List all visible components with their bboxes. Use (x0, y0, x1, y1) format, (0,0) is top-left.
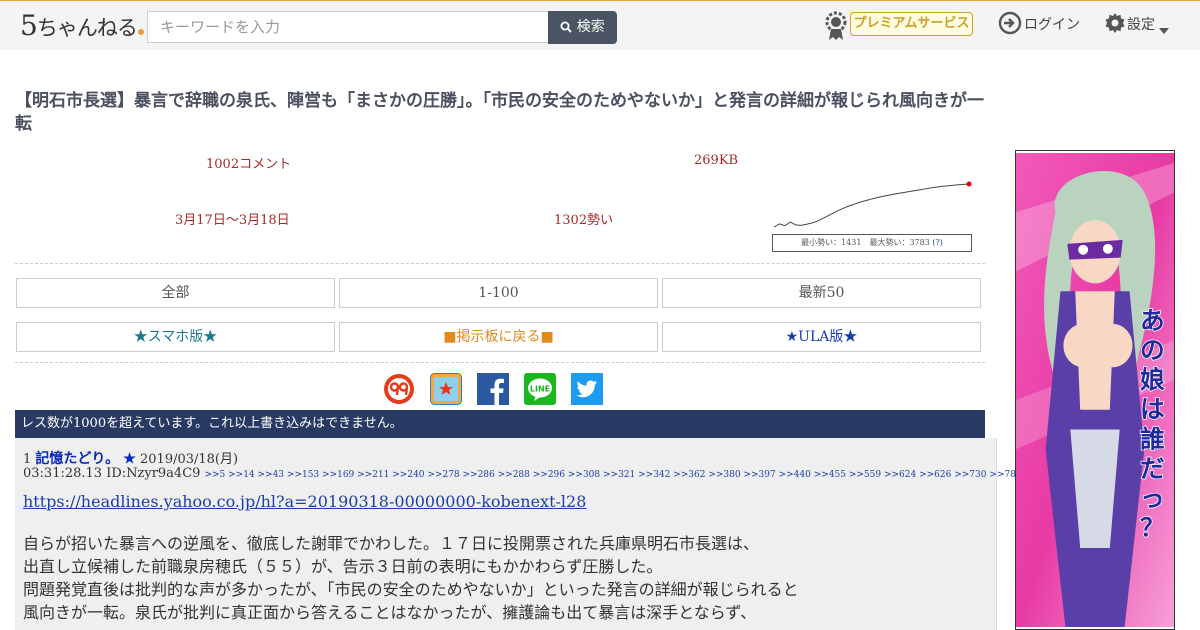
closed-thread-notice: レス数が1000を超えています。これ以上書き込みはできません。 (15, 410, 985, 438)
reply-anchors[interactable]: >>5 >>14 >>43 >>153 >>169 >>211 >>240 >>… (204, 470, 1127, 480)
svg-text:LINE: LINE (530, 385, 550, 394)
ad-caption-char: の (1140, 335, 1165, 364)
search-button[interactable]: 検索 (548, 11, 617, 44)
settings-label: 設定 (1127, 17, 1155, 33)
post-date: 2019/03/18(月) (140, 452, 239, 467)
post-header: 1 記憶たどり。 ★ 2019/03/18(月) (23, 448, 238, 468)
line-icon[interactable]: LINE (524, 373, 556, 405)
view-1-100-button[interactable]: 1-100 (339, 278, 658, 308)
ad-caption-char: 誰 (1140, 424, 1165, 453)
sidebar-ad-banner[interactable]: あの娘は誰だっ？ (1015, 150, 1175, 630)
post-body: 自らが招いた暴言への逆風を、徹底した謝罪でかわした。１７日に投開票された兵庫県明… (23, 532, 983, 624)
settings-menu[interactable]: 設定 (1103, 11, 1170, 37)
top-header: 5ちゃんねる キーワードを入力 検索 プレミアムサービス ログイン 設定 (0, 0, 1200, 50)
divider (15, 362, 985, 363)
facebook-icon[interactable] (477, 373, 509, 405)
share-bookmark-icon[interactable] (430, 373, 462, 405)
chart-background (772, 180, 972, 235)
gear-icon (1105, 13, 1125, 33)
share-99-icon[interactable] (383, 373, 415, 405)
post-body-line: 風向きが一転。泉氏が批判に真正面から答えることはなかったが、擁護論も出て暴言は深… (23, 603, 757, 622)
site-logo[interactable]: 5ちゃんねる (20, 9, 144, 42)
view-latest50-button[interactable]: 最新50 (662, 278, 981, 308)
ad-caption-char: っ (1140, 484, 1165, 513)
source-link[interactable]: https://headlines.yahoo.co.jp/hl?a=20190… (23, 492, 586, 511)
post-meta: 03:31:28.13 ID:Nzyr9a4C9 >>5 >>14 >>43 >>… (23, 466, 1127, 481)
login-link[interactable]: ログイン (998, 11, 1080, 37)
chart-help-link[interactable]: (?) (932, 238, 943, 247)
chevron-down-icon (1159, 28, 1170, 34)
ad-caption-char: だ (1140, 454, 1165, 483)
comment-count: 1002コメント (206, 157, 292, 172)
post-author[interactable]: 記憶たどり。 (35, 451, 119, 467)
post-1: 1 記憶たどり。 ★ 2019/03/18(月) 03:31:28.13 ID:… (15, 438, 1127, 630)
ad-caption-char: ？ (1140, 513, 1165, 542)
logo-text: ちゃんねる (36, 16, 138, 40)
chart-latest-point (966, 181, 972, 187)
twitter-icon[interactable] (571, 373, 603, 405)
ad-caption-char: あ (1140, 306, 1165, 335)
logo-dot (137, 29, 144, 35)
post-number: 1 (23, 452, 32, 467)
login-icon (998, 11, 1022, 35)
search-input[interactable]: キーワードを入力 (147, 11, 549, 43)
back-to-board-button[interactable]: ■掲示板に戻る■ (339, 322, 658, 352)
momentum: 1302勢い (554, 213, 614, 228)
momentum-chart (772, 180, 972, 235)
ad-caption: あの娘は誰だっ？ (1140, 306, 1165, 542)
view-all-button[interactable]: 全部 (16, 278, 335, 308)
logo-number: 5 (20, 9, 38, 42)
chart-stats-text: 最小勢い：1431 最大勢い：3783 (801, 238, 930, 247)
post-body-line: 出直し立候補した前職泉房穂氏（５５）が、告示３日前の表明にもかかわらず圧勝した。 (23, 557, 663, 576)
chart-stats: 最小勢い：1431 最大勢い：3783 (?) (772, 234, 972, 252)
thread-title: 【明石市長選】暴言で辞職の泉氏、陣営も「まさかの圧勝」。「市民の安全のためやない… (15, 91, 984, 134)
smartphone-version-button[interactable]: ★スマホ版★ (16, 322, 335, 352)
ad-caption-char: 娘 (1140, 365, 1165, 394)
post-author-star: ★ (123, 451, 136, 467)
premium-service-button[interactable]: プレミアムサービス (850, 12, 973, 36)
search-button-label: 検索 (576, 19, 605, 35)
post-time-id: 03:31:28.13 ID:Nzyr9a4C9 (23, 466, 201, 481)
divider (15, 263, 985, 264)
search-icon (560, 21, 572, 33)
date-range: 3月17日〜3月18日 (175, 213, 290, 228)
login-label: ログイン (1024, 17, 1080, 33)
ad-caption-char: は (1140, 395, 1165, 424)
post-body-line: 自らが招いた暴言への逆風を、徹底した謝罪でかわした。１７日に投開票された兵庫県明… (23, 534, 760, 553)
thread-size: 269KB (694, 153, 739, 168)
premium-medal-icon (825, 11, 847, 40)
post-body-line: 問題発覚直後は批判的な声が多かったが、「市民の安全のためやないか」といった発言の… (23, 580, 799, 599)
ula-version-button[interactable]: ★ULA版★ (662, 322, 981, 352)
